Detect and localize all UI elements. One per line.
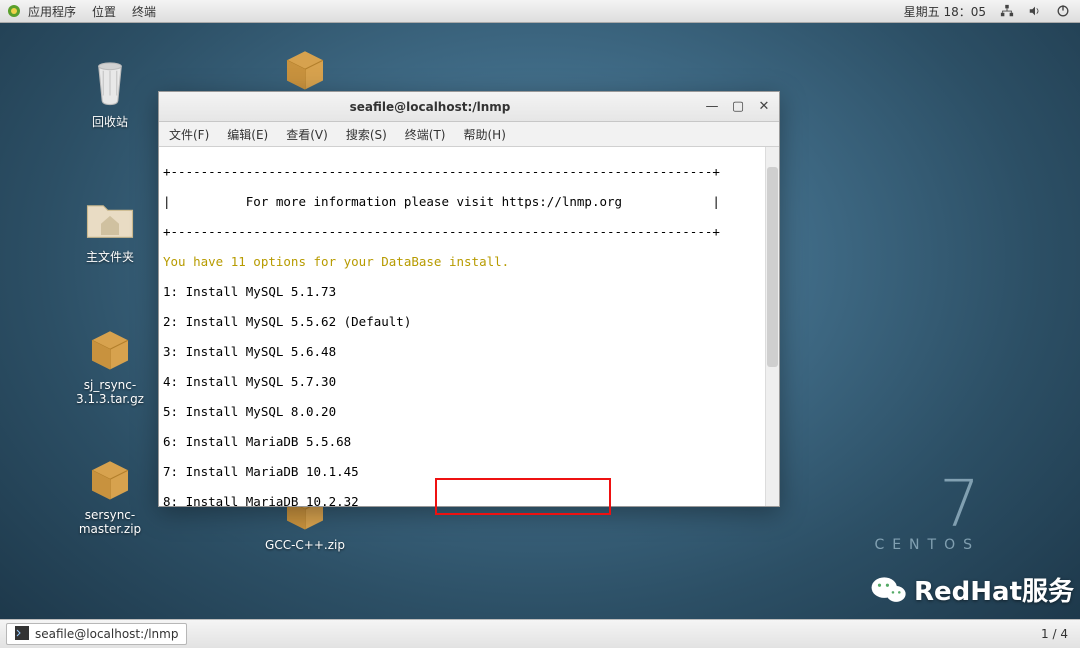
centos-word: CENTOS — [874, 537, 980, 553]
panel-clock[interactable]: 星期五 18：05 — [904, 3, 986, 20]
menu-search[interactable]: 搜索(S) — [346, 126, 387, 143]
power-icon[interactable] — [1056, 4, 1070, 18]
top-panel: 应用程序 位置 终端 星期五 18：05 — [0, 0, 1080, 23]
term-line: | For more information please visit http… — [163, 194, 775, 209]
menu-terminal[interactable]: 终端(T) — [405, 126, 446, 143]
watermark: RedHat服务 — [870, 571, 1074, 608]
desktop-icon-label: 回收站 — [92, 115, 128, 129]
desktop-icon-home[interactable]: 主文件夹 — [65, 190, 155, 265]
terminal-menubar: 文件(F) 编辑(E) 查看(V) 搜索(S) 终端(T) 帮助(H) — [159, 122, 779, 147]
window-maximize-button[interactable]: ▢ — [727, 96, 749, 118]
network-icon[interactable] — [1000, 4, 1014, 18]
wechat-icon — [870, 574, 908, 606]
home-folder-icon — [83, 190, 137, 244]
package-icon — [278, 40, 332, 94]
term-line: 1: Install MySQL 5.1.73 — [163, 284, 775, 299]
terminal-icon — [15, 626, 29, 643]
watermark-text: RedHat服务 — [914, 571, 1074, 608]
terminal-scrollbar[interactable] — [765, 147, 779, 506]
menu-help[interactable]: 帮助(H) — [464, 126, 506, 143]
term-line: 4: Install MySQL 5.7.30 — [163, 374, 775, 389]
window-title: seafile@localhost:/lnmp — [159, 100, 701, 114]
menu-places[interactable]: 位置 — [92, 3, 116, 20]
package-icon — [83, 320, 137, 374]
taskbar-window-button[interactable]: seafile@localhost:/lnmp — [6, 623, 187, 645]
menu-applications[interactable]: 应用程序 — [28, 3, 76, 20]
desktop-icon-label: sj_rsync-3.1.3.tar.gz — [76, 378, 144, 406]
window-close-button[interactable]: ✕ — [753, 96, 775, 118]
distro-logo-icon — [6, 3, 22, 19]
desktop-icon-label: 主文件夹 — [86, 250, 134, 264]
menu-edit[interactable]: 编辑(E) — [227, 126, 268, 143]
term-line: 5: Install MySQL 8.0.20 — [163, 404, 775, 419]
menu-view[interactable]: 查看(V) — [286, 126, 328, 143]
term-line: 2: Install MySQL 5.5.62 (Default) — [163, 314, 775, 329]
terminal-window: seafile@localhost:/lnmp — ▢ ✕ 文件(F) 编辑(E… — [158, 91, 780, 507]
taskbar: seafile@localhost:/lnmp 1 / 4 — [0, 619, 1080, 648]
taskbar-button-label: seafile@localhost:/lnmp — [35, 627, 178, 641]
scrollbar-thumb[interactable] — [767, 167, 778, 367]
desktop-icon-archive-background — [260, 40, 350, 98]
taskbar-workspace-indicator[interactable]: 1 / 4 — [1041, 627, 1080, 641]
menu-file[interactable]: 文件(F) — [169, 126, 209, 143]
desktop-icon-label: GCC-C++.zip — [265, 538, 345, 552]
desktop-icon-archive-rsync[interactable]: sj_rsync-3.1.3.tar.gz — [65, 320, 155, 406]
window-titlebar[interactable]: seafile@localhost:/lnmp — ▢ ✕ — [159, 92, 779, 122]
centos-version: 7 — [874, 473, 980, 537]
term-line: +---------------------------------------… — [163, 164, 775, 179]
desktop-icon-archive-sersync[interactable]: sersync-master.zip — [65, 450, 155, 536]
terminal-viewport[interactable]: +---------------------------------------… — [159, 147, 779, 506]
term-line: 7: Install MariaDB 10.1.45 — [163, 464, 775, 479]
menu-terminal[interactable]: 终端 — [132, 3, 156, 20]
trash-icon — [83, 55, 137, 109]
term-line: 6: Install MariaDB 5.5.68 — [163, 434, 775, 449]
package-icon — [83, 450, 137, 504]
term-line: +---------------------------------------… — [163, 224, 775, 239]
centos-branding: 7 CENTOS — [874, 473, 980, 553]
term-line: You have 11 options for your DataBase in… — [163, 254, 775, 269]
annotation-highlight — [435, 478, 611, 515]
desktop-icon-trash[interactable]: 回收站 — [65, 55, 155, 130]
desktop-icon-label: sersync-master.zip — [79, 508, 141, 536]
volume-icon[interactable] — [1028, 4, 1042, 18]
window-minimize-button[interactable]: — — [701, 96, 723, 118]
term-line: 3: Install MySQL 5.6.48 — [163, 344, 775, 359]
